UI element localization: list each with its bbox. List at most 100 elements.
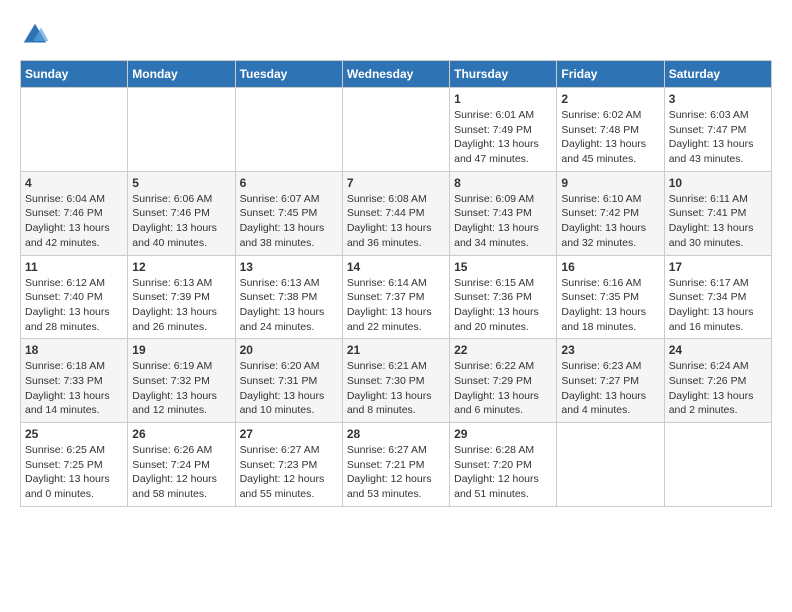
calendar-cell: 8 Sunrise: 6:09 AMSunset: 7:43 PMDaylight…: [450, 171, 557, 255]
day-number: 13: [240, 260, 338, 274]
day-info: Sunrise: 6:03 AMSunset: 7:47 PMDaylight:…: [669, 108, 767, 167]
day-number: 14: [347, 260, 445, 274]
calendar-cell: 14 Sunrise: 6:14 AMSunset: 7:37 PMDayligh…: [342, 255, 449, 339]
day-info: Sunrise: 6:28 AMSunset: 7:20 PMDaylight:…: [454, 443, 552, 502]
week-row-4: 18 Sunrise: 6:18 AMSunset: 7:33 PMDayligh…: [21, 339, 772, 423]
day-number: 21: [347, 343, 445, 357]
day-number: 24: [669, 343, 767, 357]
day-info: Sunrise: 6:23 AMSunset: 7:27 PMDaylight:…: [561, 359, 659, 418]
calendar-cell: [21, 88, 128, 172]
day-info: Sunrise: 6:25 AMSunset: 7:25 PMDaylight:…: [25, 443, 123, 502]
day-number: 11: [25, 260, 123, 274]
day-info: Sunrise: 6:13 AMSunset: 7:38 PMDaylight:…: [240, 276, 338, 335]
day-header-friday: Friday: [557, 61, 664, 88]
calendar-cell: 7 Sunrise: 6:08 AMSunset: 7:44 PMDaylight…: [342, 171, 449, 255]
day-number: 28: [347, 427, 445, 441]
day-number: 8: [454, 176, 552, 190]
day-info: Sunrise: 6:13 AMSunset: 7:39 PMDaylight:…: [132, 276, 230, 335]
day-info: Sunrise: 6:22 AMSunset: 7:29 PMDaylight:…: [454, 359, 552, 418]
day-info: Sunrise: 6:18 AMSunset: 7:33 PMDaylight:…: [25, 359, 123, 418]
day-number: 19: [132, 343, 230, 357]
calendar-cell: 19Sunrise: 6:19 AMSunset: 7:32 PMDayligh…: [128, 339, 235, 423]
day-number: 7: [347, 176, 445, 190]
calendar-cell: 20 Sunrise: 6:20 AMSunset: 7:31 PMDayligh…: [235, 339, 342, 423]
day-number: 5: [132, 176, 230, 190]
day-number: 18: [25, 343, 123, 357]
day-number: 22: [454, 343, 552, 357]
calendar-cell: 27 Sunrise: 6:27 AMSunset: 7:23 PMDayligh…: [235, 423, 342, 507]
week-row-5: 25 Sunrise: 6:25 AMSunset: 7:25 PMDayligh…: [21, 423, 772, 507]
calendar-cell: 26Sunrise: 6:26 AMSunset: 7:24 PMDayligh…: [128, 423, 235, 507]
day-info: Sunrise: 6:11 AMSunset: 7:41 PMDaylight:…: [669, 192, 767, 251]
calendar-cell: [342, 88, 449, 172]
day-number: 12: [132, 260, 230, 274]
day-info: Sunrise: 6:16 AMSunset: 7:35 PMDaylight:…: [561, 276, 659, 335]
calendar-cell: 15Sunrise: 6:15 AMSunset: 7:36 PMDayligh…: [450, 255, 557, 339]
calendar-cell: 25 Sunrise: 6:25 AMSunset: 7:25 PMDayligh…: [21, 423, 128, 507]
day-number: 4: [25, 176, 123, 190]
day-header-saturday: Saturday: [664, 61, 771, 88]
week-row-2: 4 Sunrise: 6:04 AMSunset: 7:46 PMDaylight…: [21, 171, 772, 255]
day-header-wednesday: Wednesday: [342, 61, 449, 88]
calendar-cell: 5 Sunrise: 6:06 AMSunset: 7:46 PMDaylight…: [128, 171, 235, 255]
calendar-cell: 1 Sunrise: 6:01 AMSunset: 7:49 PMDaylight…: [450, 88, 557, 172]
days-header-row: SundayMondayTuesdayWednesdayThursdayFrid…: [21, 61, 772, 88]
day-number: 10: [669, 176, 767, 190]
day-number: 16: [561, 260, 659, 274]
day-header-sunday: Sunday: [21, 61, 128, 88]
calendar-cell: 16 Sunrise: 6:16 AMSunset: 7:35 PMDayligh…: [557, 255, 664, 339]
day-info: Sunrise: 6:24 AMSunset: 7:26 PMDaylight:…: [669, 359, 767, 418]
day-number: 9: [561, 176, 659, 190]
day-info: Sunrise: 6:27 AMSunset: 7:21 PMDaylight:…: [347, 443, 445, 502]
calendar-cell: 23 Sunrise: 6:23 AMSunset: 7:27 PMDayligh…: [557, 339, 664, 423]
day-header-monday: Monday: [128, 61, 235, 88]
page-header: [20, 20, 772, 50]
calendar-cell: 3 Sunrise: 6:03 AMSunset: 7:47 PMDaylight…: [664, 88, 771, 172]
day-info: Sunrise: 6:21 AMSunset: 7:30 PMDaylight:…: [347, 359, 445, 418]
day-number: 1: [454, 92, 552, 106]
week-row-1: 1 Sunrise: 6:01 AMSunset: 7:49 PMDaylight…: [21, 88, 772, 172]
day-header-thursday: Thursday: [450, 61, 557, 88]
calendar-cell: 28 Sunrise: 6:27 AMSunset: 7:21 PMDayligh…: [342, 423, 449, 507]
calendar-cell: 11 Sunrise: 6:12 AMSunset: 7:40 PMDayligh…: [21, 255, 128, 339]
day-number: 2: [561, 92, 659, 106]
calendar-cell: 2 Sunrise: 6:02 AMSunset: 7:48 PMDaylight…: [557, 88, 664, 172]
day-header-tuesday: Tuesday: [235, 61, 342, 88]
day-info: Sunrise: 6:07 AMSunset: 7:45 PMDaylight:…: [240, 192, 338, 251]
calendar-table: SundayMondayTuesdayWednesdayThursdayFrid…: [20, 60, 772, 507]
calendar-cell: 10 Sunrise: 6:11 AMSunset: 7:41 PMDayligh…: [664, 171, 771, 255]
day-info: Sunrise: 6:17 AMSunset: 7:34 PMDaylight:…: [669, 276, 767, 335]
day-info: Sunrise: 6:20 AMSunset: 7:31 PMDaylight:…: [240, 359, 338, 418]
calendar-cell: 29Sunrise: 6:28 AMSunset: 7:20 PMDayligh…: [450, 423, 557, 507]
day-number: 6: [240, 176, 338, 190]
day-number: 25: [25, 427, 123, 441]
day-info: Sunrise: 6:15 AMSunset: 7:36 PMDaylight:…: [454, 276, 552, 335]
day-info: Sunrise: 6:08 AMSunset: 7:44 PMDaylight:…: [347, 192, 445, 251]
day-number: 20: [240, 343, 338, 357]
day-info: Sunrise: 6:02 AMSunset: 7:48 PMDaylight:…: [561, 108, 659, 167]
calendar-cell: 4 Sunrise: 6:04 AMSunset: 7:46 PMDaylight…: [21, 171, 128, 255]
calendar-cell: 21 Sunrise: 6:21 AMSunset: 7:30 PMDayligh…: [342, 339, 449, 423]
day-info: Sunrise: 6:04 AMSunset: 7:46 PMDaylight:…: [25, 192, 123, 251]
day-info: Sunrise: 6:06 AMSunset: 7:46 PMDaylight:…: [132, 192, 230, 251]
calendar-cell: [128, 88, 235, 172]
day-number: 17: [669, 260, 767, 274]
logo-icon: [20, 20, 50, 50]
day-info: Sunrise: 6:27 AMSunset: 7:23 PMDaylight:…: [240, 443, 338, 502]
calendar-cell: 17 Sunrise: 6:17 AMSunset: 7:34 PMDayligh…: [664, 255, 771, 339]
day-info: Sunrise: 6:01 AMSunset: 7:49 PMDaylight:…: [454, 108, 552, 167]
day-info: Sunrise: 6:12 AMSunset: 7:40 PMDaylight:…: [25, 276, 123, 335]
day-number: 23: [561, 343, 659, 357]
day-info: Sunrise: 6:14 AMSunset: 7:37 PMDaylight:…: [347, 276, 445, 335]
calendar-cell: 9 Sunrise: 6:10 AMSunset: 7:42 PMDaylight…: [557, 171, 664, 255]
calendar-cell: [664, 423, 771, 507]
day-number: 3: [669, 92, 767, 106]
calendar-cell: 22 Sunrise: 6:22 AMSunset: 7:29 PMDayligh…: [450, 339, 557, 423]
day-number: 26: [132, 427, 230, 441]
day-info: Sunrise: 6:10 AMSunset: 7:42 PMDaylight:…: [561, 192, 659, 251]
calendar-cell: 6 Sunrise: 6:07 AMSunset: 7:45 PMDaylight…: [235, 171, 342, 255]
day-info: Sunrise: 6:09 AMSunset: 7:43 PMDaylight:…: [454, 192, 552, 251]
calendar-body: 1 Sunrise: 6:01 AMSunset: 7:49 PMDaylight…: [21, 88, 772, 507]
calendar-cell: [235, 88, 342, 172]
day-number: 27: [240, 427, 338, 441]
